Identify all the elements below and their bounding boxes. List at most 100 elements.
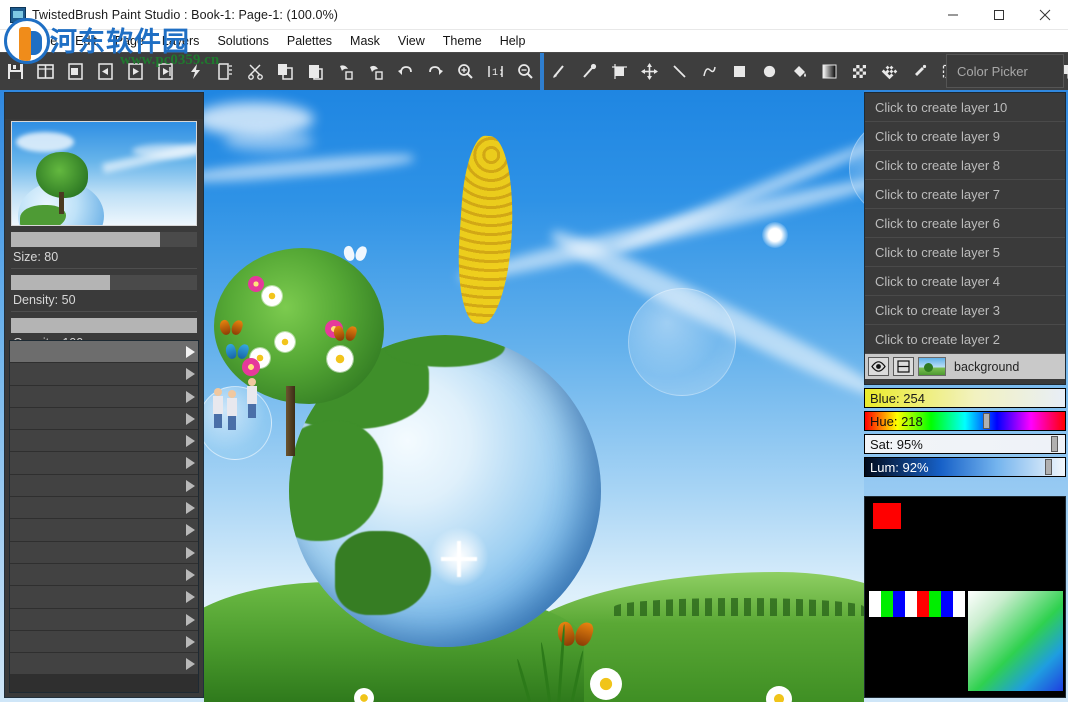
gradient-swatch-panel[interactable] <box>968 591 1063 691</box>
zoom-in-icon[interactable] <box>451 58 479 86</box>
eye-icon[interactable] <box>868 357 889 376</box>
checker-icon[interactable] <box>845 58 873 86</box>
menu-item-mask[interactable]: Mask <box>341 30 389 52</box>
menu-item-view[interactable]: View <box>389 30 434 52</box>
layer-row-9[interactable]: Click to create layer 9 <box>865 122 1065 151</box>
palette-swatch[interactable] <box>881 591 893 617</box>
brush-list-item[interactable] <box>10 341 198 363</box>
palette-swatch[interactable] <box>953 591 965 617</box>
paste-icon[interactable] <box>301 58 329 86</box>
undo-icon[interactable] <box>391 58 419 86</box>
scissors-icon[interactable] <box>241 58 269 86</box>
hue-slider[interactable]: Hue: 218 <box>864 411 1066 431</box>
next-page-icon[interactable] <box>121 58 149 86</box>
size-slider-track[interactable] <box>11 232 197 247</box>
magic-wand-icon[interactable] <box>905 58 933 86</box>
canvas[interactable] <box>204 90 864 702</box>
layer-row-2[interactable]: Click to create layer 2 <box>865 325 1065 354</box>
palette-swatch[interactable] <box>869 591 881 617</box>
palette-swatch[interactable] <box>929 591 941 617</box>
layer-row-4[interactable]: Click to create layer 4 <box>865 267 1065 296</box>
lightning-icon[interactable] <box>181 58 209 86</box>
page-list-icon[interactable] <box>211 58 239 86</box>
brush-list-item[interactable] <box>10 408 198 430</box>
layer-row-background[interactable]: background <box>865 354 1065 379</box>
lum-slider[interactable]: Lum: 92% <box>864 457 1066 477</box>
curve-icon[interactable] <box>695 58 723 86</box>
brush-list-item[interactable] <box>10 475 198 497</box>
line-icon[interactable] <box>665 58 693 86</box>
sat-slider[interactable]: Sat: 95% <box>864 434 1066 454</box>
move-icon[interactable] <box>635 58 663 86</box>
brush-list-item[interactable] <box>10 430 198 452</box>
blue-slider[interactable]: Blue: 254 <box>864 388 1066 408</box>
previous-page-icon[interactable] <box>91 58 119 86</box>
brush-list-item[interactable] <box>10 519 198 541</box>
redo-icon[interactable] <box>421 58 449 86</box>
density-slider[interactable]: Density: 50 <box>11 275 197 309</box>
palette-swatch[interactable] <box>941 591 953 617</box>
zoom-actual-icon[interactable]: 1:1 <box>481 58 509 86</box>
palette-panel[interactable] <box>864 496 1066 698</box>
ellipse-icon[interactable] <box>755 58 783 86</box>
layer-row-3[interactable]: Click to create layer 3 <box>865 296 1065 325</box>
palette-swatch[interactable] <box>905 591 917 617</box>
chevron-right-icon <box>186 569 195 581</box>
paste-into-icon[interactable] <box>331 58 359 86</box>
hue-slider-knob[interactable] <box>983 413 990 429</box>
brush-list-item[interactable] <box>10 586 198 608</box>
layer-row-6[interactable]: Click to create layer 6 <box>865 209 1065 238</box>
density-slider-track[interactable] <box>11 275 197 290</box>
minimize-button[interactable] <box>930 0 976 30</box>
brush-list-item[interactable] <box>10 497 198 519</box>
brush-list-item[interactable] <box>10 609 198 631</box>
fill-bucket-icon[interactable] <box>785 58 813 86</box>
brush-list-item[interactable] <box>10 631 198 653</box>
color-swatch-strip[interactable] <box>869 591 965 617</box>
layer-row-8[interactable]: Click to create layer 8 <box>865 151 1065 180</box>
color-picker-panel-header[interactable]: Color Picker <box>946 54 1064 88</box>
rectangle-icon[interactable] <box>725 58 753 86</box>
menu-item-layers[interactable]: Layers <box>153 30 209 52</box>
eyedropper-icon[interactable] <box>575 58 603 86</box>
menu-item-file[interactable]: File <box>28 30 66 52</box>
brush-list-item[interactable] <box>10 452 198 474</box>
lum-slider-knob[interactable] <box>1045 459 1052 475</box>
book-icon[interactable] <box>31 58 59 86</box>
layer-row-7[interactable]: Click to create layer 7 <box>865 180 1065 209</box>
layer-row-5[interactable]: Click to create layer 5 <box>865 238 1065 267</box>
diamond-pattern-icon[interactable] <box>875 58 903 86</box>
crop-icon[interactable] <box>605 58 633 86</box>
copy-icon[interactable] <box>271 58 299 86</box>
menu-item-help[interactable]: Help <box>491 30 535 52</box>
paste-new-icon[interactable] <box>361 58 389 86</box>
brush-list-item[interactable] <box>10 363 198 385</box>
palette-swatch[interactable] <box>893 591 905 617</box>
gradient-icon[interactable] <box>815 58 843 86</box>
sat-slider-knob[interactable] <box>1051 436 1058 452</box>
menu-item-theme[interactable]: Theme <box>434 30 491 52</box>
layer-row-10[interactable]: Click to create layer 10 <box>865 93 1065 122</box>
brush-icon[interactable] <box>545 58 573 86</box>
brush-list-item[interactable] <box>10 564 198 586</box>
maximize-button[interactable] <box>976 0 1022 30</box>
new-page-icon[interactable] <box>61 58 89 86</box>
brush-list[interactable] <box>9 340 199 693</box>
layer-blend-icon[interactable] <box>893 357 914 376</box>
palette-swatch[interactable] <box>917 591 929 617</box>
zoom-out-icon[interactable] <box>511 58 539 86</box>
menu-item-palettes[interactable]: Palettes <box>278 30 341 52</box>
opacity-slider-track[interactable] <box>11 318 197 333</box>
brush-list-item[interactable] <box>10 386 198 408</box>
save-icon[interactable] <box>1 58 29 86</box>
menu-item-solutions[interactable]: Solutions <box>208 30 277 52</box>
close-button[interactable] <box>1022 0 1068 30</box>
menu-item-edit[interactable]: Edit <box>66 30 106 52</box>
brush-preview[interactable] <box>11 121 197 226</box>
size-slider[interactable]: Size: 80 <box>11 232 197 266</box>
brush-list-item[interactable] <box>10 653 198 675</box>
current-color-swatch[interactable] <box>873 503 901 529</box>
add-page-icon[interactable] <box>151 58 179 86</box>
brush-list-item[interactable] <box>10 542 198 564</box>
menu-item-page[interactable]: Page <box>106 30 153 52</box>
